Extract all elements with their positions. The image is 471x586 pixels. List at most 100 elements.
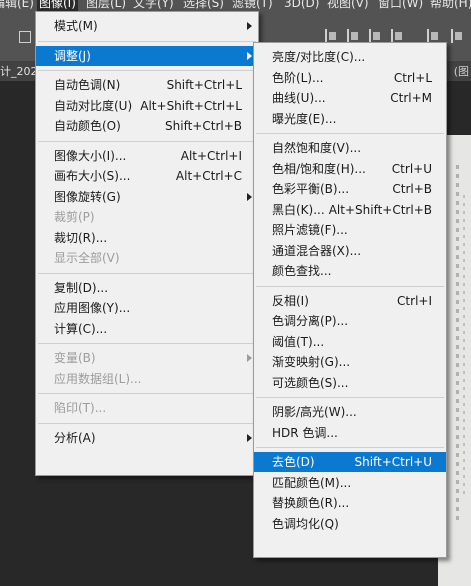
- adjust-menu-item-颜色查找[interactable]: 颜色查找...: [254, 261, 446, 281]
- adjust-menu-item-亮度-对比度[interactable]: 亮度/对比度(C)...: [254, 47, 446, 67]
- adjust-menu-item-label: 通道混合器(X)...: [272, 243, 362, 258]
- image-menu-item-label: 裁切(R)...: [54, 230, 108, 245]
- adjust-menu-item-反相[interactable]: 反相(I) Ctrl+I: [254, 291, 446, 311]
- adjust-menu-item-色相-饱和度[interactable]: 色相/饱和度(H)... Ctrl+U: [254, 159, 446, 179]
- image-menu-item-图像旋转[interactable]: 图像旋转(G): [36, 187, 258, 207]
- menu-filter[interactable]: 滤镜(T): [230, 0, 275, 11]
- submenu-arrow-icon: [247, 51, 252, 60]
- image-menu-item-label: 计算(C)...: [54, 321, 108, 336]
- move-tool-icon[interactable]: [19, 31, 31, 43]
- image-menu-separator: [38, 40, 256, 42]
- menu-type[interactable]: 文字(Y): [131, 0, 176, 11]
- adjust-menu-item-色阶[interactable]: 色阶(L)... Ctrl+L: [254, 68, 446, 88]
- image-menu-item-模式[interactable]: 模式(M): [36, 16, 258, 36]
- adjust-menu-item-label: 色调均化(Q): [272, 516, 339, 531]
- image-menu-item-分析[interactable]: 分析(A): [36, 428, 258, 448]
- adjust-menu-item-shortcut: Shift+Ctrl+U: [354, 455, 432, 469]
- image-menu-item-label: 应用数据组(L)...: [54, 371, 142, 386]
- image-menu-item-自动色调[interactable]: 自动色调(N) Shift+Ctrl+L: [36, 75, 258, 95]
- menu-image[interactable]: 图像(I): [37, 0, 78, 11]
- image-menu-item-画布大小[interactable]: 画布大小(S)... Alt+Ctrl+C: [36, 166, 258, 186]
- adjust-menu-item-label: 色相/饱和度(H)...: [272, 161, 366, 176]
- adjust-menu-item-曝光度[interactable]: 曝光度(E)...: [254, 109, 446, 129]
- align-bottom-icon[interactable]: [451, 29, 463, 43]
- menu-bar: 编辑(E) 图像(I) 图层(L) 文字(Y) 选择(S) 滤镜(T) 3D(D…: [0, 0, 471, 11]
- image-menu-item-shortcut: Alt+Shift+Ctrl+L: [140, 98, 242, 113]
- align-right-icon[interactable]: [369, 29, 381, 43]
- adjust-menu-item-色调均化[interactable]: 色调均化(Q): [254, 514, 446, 534]
- adjust-menu-item-shortcut: Alt+Shift+Ctrl+B: [328, 202, 432, 217]
- image-menu-item-自动对比度[interactable]: 自动对比度(U) Alt+Shift+Ctrl+L: [36, 96, 258, 116]
- adjust-menu-item-通道混合器[interactable]: 通道混合器(X)...: [254, 241, 446, 261]
- document-image: [456, 165, 459, 525]
- submenu-arrow-icon: [247, 354, 252, 362]
- adjust-menu-item-替换颜色[interactable]: 替换颜色(R)...: [254, 493, 446, 513]
- adjust-menu-separator: [256, 447, 444, 448]
- adjust-menu-item-可选颜色[interactable]: 可选颜色(S)...: [254, 373, 446, 393]
- align-center-icon[interactable]: [347, 29, 359, 43]
- adjust-menu-item-label: 照片滤镜(F)...: [272, 223, 348, 237]
- adjust-menu-item-色调分离[interactable]: 色调分离(P)...: [254, 311, 446, 331]
- adjust-menu-item-label: 自然饱和度(V)...: [272, 141, 362, 155]
- menu-select[interactable]: 选择(S): [181, 0, 226, 11]
- adjust-menu-item-曲线[interactable]: 曲线(U)... Ctrl+M: [254, 88, 446, 108]
- submenu-arrow-icon: [247, 192, 252, 201]
- adjust-menu-item-色彩平衡[interactable]: 色彩平衡(B)... Ctrl+B: [254, 179, 446, 199]
- image-menu-item-调整[interactable]: 调整(J): [36, 45, 258, 66]
- adjust-menu-item-阴影-高光[interactable]: 阴影/高光(W)...: [254, 402, 446, 422]
- adjust-menu-item-shortcut: Ctrl+M: [390, 91, 432, 105]
- align-middle-icon[interactable]: [427, 29, 439, 43]
- adjust-menu-item-照片滤镜[interactable]: 照片滤镜(F)...: [254, 220, 446, 240]
- document-image-detail: [463, 195, 465, 495]
- image-menu-item-label: 自动色调(N): [54, 78, 121, 92]
- image-menu-separator: [38, 393, 256, 394]
- adjust-menu-item-label: 色彩平衡(B)...: [272, 182, 350, 196]
- adjust-menu-item-label: 色阶(L)...: [272, 70, 324, 85]
- adjust-menu-item-label: 渐变映射(G)...: [272, 355, 351, 369]
- menu-layer[interactable]: 图层(L): [84, 0, 128, 11]
- menu-view[interactable]: 视图(V): [325, 0, 371, 11]
- menu-help[interactable]: 帮助(H): [428, 0, 471, 11]
- image-menu-item-label: 应用图像(Y)...: [54, 301, 131, 315]
- image-menu-separator: [38, 343, 256, 344]
- adjust-menu-separator: [256, 397, 444, 398]
- image-menu-item-label: 自动颜色(O): [54, 119, 121, 133]
- image-menu-item-裁切[interactable]: 裁切(R)...: [36, 228, 258, 248]
- adjust-menu-item-去色[interactable]: 去色(D) Shift+Ctrl+U: [254, 452, 446, 472]
- adjust-menu-item-hdr-色调[interactable]: HDR 色调...: [254, 423, 446, 443]
- adjust-menu-item-匹配颜色[interactable]: 匹配颜色(M)...: [254, 473, 446, 493]
- image-menu-item-shortcut: Shift+Ctrl+L: [166, 78, 242, 92]
- image-menu-item-变量: 变量(B): [36, 348, 258, 368]
- adjust-menu-item-label: 替换颜色(R)...: [272, 496, 350, 510]
- image-menu-item-自动颜色[interactable]: 自动颜色(O) Shift+Ctrl+B: [36, 116, 258, 136]
- image-menu-item-复制[interactable]: 复制(D)...: [36, 278, 258, 298]
- menu-window[interactable]: 窗口(W): [376, 0, 425, 11]
- image-menu-item-shortcut: Shift+Ctrl+B: [165, 119, 242, 133]
- adjust-menu-item-label: 曲线(U)...: [272, 91, 326, 105]
- submenu-arrow-icon: [247, 22, 252, 30]
- adjust-menu-item-label: 阴影/高光(W)...: [272, 405, 357, 419]
- image-menu-item-图像大小[interactable]: 图像大小(I)... Alt+Ctrl+I: [36, 146, 258, 166]
- image-menu-item-label: 画布大小(S)...: [54, 169, 131, 183]
- adjust-menu-item-label: HDR 色调...: [272, 425, 338, 440]
- image-menu-item-label: 显示全部(V): [54, 251, 120, 265]
- adjust-menu-item-阈值[interactable]: 阈值(T)...: [254, 332, 446, 352]
- adjust-menu-item-shortcut: Ctrl+I: [397, 293, 432, 308]
- image-menu-item-label: 图像大小(I)...: [54, 148, 127, 163]
- adjust-menu-item-label: 曝光度(E)...: [272, 111, 337, 126]
- image-menu-item-shortcut: Alt+Ctrl+I: [180, 148, 242, 163]
- adjust-menu-item-黑白[interactable]: 黑白(K)... Alt+Shift+Ctrl+B: [254, 200, 446, 220]
- image-menu-item-计算[interactable]: 计算(C)...: [36, 319, 258, 339]
- adjust-menu-item-label: 黑白(K)...: [272, 202, 325, 217]
- image-menu-item-应用图像[interactable]: 应用图像(Y)...: [36, 298, 258, 318]
- menu-3d[interactable]: 3D(D): [282, 0, 321, 11]
- image-menu-separator: [38, 422, 256, 424]
- adjust-menu-item-渐变映射[interactable]: 渐变映射(G)...: [254, 352, 446, 372]
- align-top-icon[interactable]: [391, 29, 403, 43]
- image-menu-item-label: 分析(A): [54, 430, 96, 445]
- adjust-menu-item-shortcut: Ctrl+L: [393, 70, 432, 85]
- adjust-menu-item-label: 颜色查找...: [272, 264, 332, 278]
- menu-edit[interactable]: 编辑(E): [0, 0, 36, 11]
- adjust-menu-item-自然饱和度[interactable]: 自然饱和度(V)...: [254, 138, 446, 158]
- align-left-icon[interactable]: [325, 29, 337, 43]
